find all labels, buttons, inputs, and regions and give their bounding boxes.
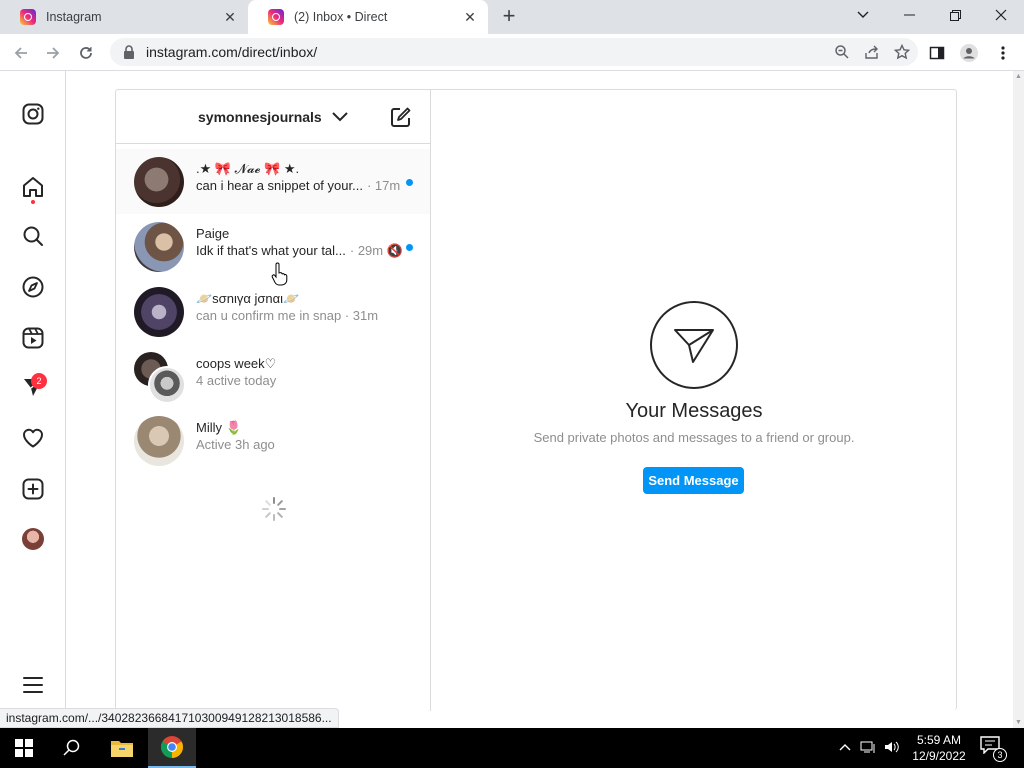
thread-preview: 4 active today xyxy=(196,373,276,388)
clock-time: 5:59 AM xyxy=(916,733,962,747)
tab-close-icon[interactable]: ✕ xyxy=(222,9,238,25)
thread-message: Active 3h ago xyxy=(196,437,275,452)
thread-item[interactable]: .★ 🎀 𝓝𝓪𝓮 🎀 ★. can i hear a snippet of yo… xyxy=(116,149,430,214)
system-tray xyxy=(838,740,900,759)
thread-name: Paige xyxy=(196,226,230,241)
thread-message: can i hear a snippet of your... xyxy=(196,178,363,193)
instagram-page: 2 symonnesjournals .★ 🎀 𝓝𝓪𝓮 🎀 ★. can i h… xyxy=(0,71,1013,711)
network-icon[interactable] xyxy=(860,740,876,759)
thread-item[interactable]: coops week♡ 4 active today xyxy=(116,344,430,409)
account-username: symonnesjournals xyxy=(198,109,322,125)
create-post-icon[interactable] xyxy=(21,477,45,501)
thread-avatar xyxy=(134,157,184,207)
search-icon[interactable] xyxy=(21,224,45,248)
browser-menu-icon[interactable] xyxy=(990,40,1016,66)
loading-spinner-icon xyxy=(261,496,287,522)
thread-name: .★ 🎀 𝓝𝓪𝓮 🎀 ★. xyxy=(196,161,300,176)
forward-arrow-icon[interactable] xyxy=(40,40,66,66)
group-avatar-front xyxy=(148,366,186,404)
inbox-header: symonnesjournals xyxy=(116,90,430,144)
page-scrollbar[interactable]: ▲ ▼ xyxy=(1013,71,1024,730)
thread-time: · 17m xyxy=(366,178,401,193)
browser-toolbar: instagram.com/direct/inbox/ xyxy=(0,34,1024,71)
explore-compass-icon[interactable] xyxy=(21,275,45,299)
bookmark-star-icon[interactable] xyxy=(893,43,911,65)
restore-button[interactable] xyxy=(932,0,978,30)
instagram-logo-icon[interactable] xyxy=(21,102,45,126)
address-bar[interactable]: instagram.com/direct/inbox/ xyxy=(110,38,918,66)
scroll-down-arrow-icon[interactable]: ▼ xyxy=(1015,719,1022,726)
thread-name: Milly 🌷 xyxy=(196,420,242,435)
clock-date: 12/9/2022 xyxy=(912,749,966,763)
volume-icon[interactable] xyxy=(884,740,900,759)
unread-badge: 2 xyxy=(31,373,47,389)
thread-avatar xyxy=(134,287,184,337)
windows-start-icon[interactable] xyxy=(0,728,48,768)
empty-conversation-panel: Your Messages Send private photos and me… xyxy=(431,90,957,711)
empty-state-subtitle: Send private photos and messages to a fr… xyxy=(533,430,855,445)
reload-icon[interactable] xyxy=(73,40,99,66)
more-menu-hamburger-icon[interactable] xyxy=(21,673,45,697)
paper-plane-icon xyxy=(650,301,738,389)
windows-taskbar: 5:59 AM 12/9/2022 3 xyxy=(0,728,1024,768)
home-icon[interactable] xyxy=(21,175,45,199)
chevron-down-icon xyxy=(331,109,348,125)
new-message-compose-icon[interactable] xyxy=(390,106,412,128)
tab-instagram[interactable]: Instagram ✕ xyxy=(0,0,248,34)
thread-list-panel: symonnesjournals .★ 🎀 𝓝𝓪𝓮 🎀 ★. can i hea… xyxy=(116,90,431,711)
lock-icon[interactable] xyxy=(122,44,138,60)
tab-inbox-direct[interactable]: (2) Inbox • Direct ✕ xyxy=(248,0,488,34)
thread-item[interactable]: Milly 🌷 Active 3h ago xyxy=(116,408,430,473)
taskbar-clock[interactable]: 5:59 AM 12/9/2022 xyxy=(906,732,972,764)
share-icon[interactable] xyxy=(864,44,880,65)
profile-avatar[interactable] xyxy=(22,528,44,550)
instagram-sidebar: 2 xyxy=(0,71,66,710)
chrome-taskbar-icon[interactable] xyxy=(148,728,196,768)
browser-tab-strip: Instagram ✕ (2) Inbox • Direct ✕ + xyxy=(0,0,1024,34)
unread-dot xyxy=(406,179,413,186)
taskbar-search-icon[interactable] xyxy=(48,728,96,768)
file-explorer-icon[interactable] xyxy=(98,728,146,768)
tab-title: Instagram xyxy=(46,10,102,24)
url-text: instagram.com/direct/inbox/ xyxy=(146,44,318,60)
scroll-up-arrow-icon[interactable]: ▲ xyxy=(1015,73,1022,80)
direct-inbox-card: symonnesjournals .★ 🎀 𝓝𝓪𝓮 🎀 ★. can i hea… xyxy=(115,89,957,711)
side-panel-icon[interactable] xyxy=(924,40,950,66)
thread-preview: Idk if that's what your tal... · 29m 🔇 xyxy=(196,243,403,259)
thread-message: 4 active today xyxy=(196,373,277,388)
thread-time: · 29m 🔇 xyxy=(349,243,403,258)
unread-dot xyxy=(406,244,413,251)
reels-icon[interactable] xyxy=(21,326,45,350)
thread-avatar xyxy=(134,416,184,466)
notification-count-badge: 3 xyxy=(993,748,1007,762)
thread-name: 🪐sσnιγα jσnαι🪐 xyxy=(196,291,300,306)
zoom-icon[interactable] xyxy=(834,44,850,65)
instagram-favicon-icon xyxy=(20,9,36,25)
hand-pointer-cursor-icon xyxy=(270,262,290,286)
account-switcher[interactable]: symonnesjournals xyxy=(198,109,348,125)
link-status-bar: instagram.com/.../3402823668417103009491… xyxy=(0,708,339,728)
tray-overflow-chevron-icon[interactable] xyxy=(838,740,852,759)
instagram-favicon-icon xyxy=(268,9,284,25)
thread-message: Idk if that's what your tal... xyxy=(196,243,346,258)
notifications-heart-icon[interactable] xyxy=(21,426,45,450)
back-arrow-icon[interactable] xyxy=(8,40,34,66)
thread-preview: can i hear a snippet of your... · 17m xyxy=(196,178,400,193)
thread-name: coops week♡ xyxy=(196,356,277,371)
close-window-button[interactable] xyxy=(978,0,1024,30)
empty-state-title: Your Messages xyxy=(625,400,763,422)
minimize-button[interactable] xyxy=(886,0,932,30)
send-message-button[interactable]: Send Message xyxy=(643,467,744,494)
thread-avatar xyxy=(134,222,184,272)
home-notification-dot xyxy=(31,200,35,204)
thread-preview: Active 3h ago xyxy=(196,437,275,452)
thread-message: can u confirm me in snap · 31m xyxy=(196,308,379,323)
new-tab-button[interactable]: + xyxy=(498,5,520,28)
profile-icon[interactable] xyxy=(956,40,982,66)
thread-item[interactable]: 🪐sσnιγα jσnαι🪐 can u confirm me in snap … xyxy=(116,279,430,344)
tab-search-chevron-icon[interactable] xyxy=(840,0,886,30)
thread-preview: can u confirm me in snap · 31m xyxy=(196,308,378,323)
tab-close-icon[interactable]: ✕ xyxy=(462,9,478,25)
tab-title: (2) Inbox • Direct xyxy=(294,10,388,24)
